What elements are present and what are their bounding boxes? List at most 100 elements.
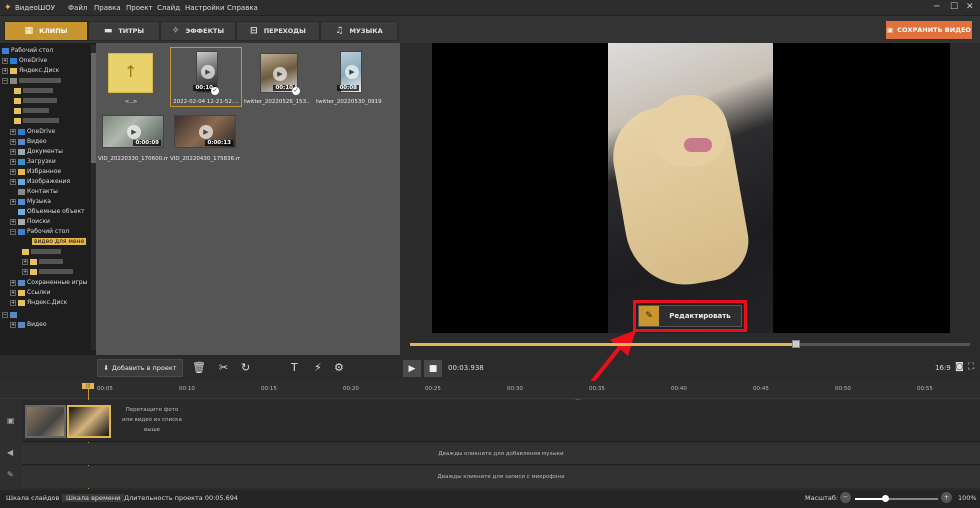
expand-icon[interactable]: + (2, 67, 8, 74)
rotate-icon[interactable]: ↻ (241, 361, 250, 374)
expand-icon[interactable]: + (10, 198, 16, 205)
tab-clips[interactable]: ▦ КЛИПЫ (4, 21, 88, 41)
settings-gear-icon[interactable]: ⚙ (334, 361, 344, 374)
expand-icon[interactable]: + (10, 148, 16, 155)
tree-item[interactable]: + Поиски (10, 218, 50, 225)
ruler-tick: 00:20 (343, 386, 359, 392)
magic-wand-icon[interactable]: ⚡ (314, 361, 322, 374)
ruler-tick: 00:30 (507, 386, 523, 392)
expand-icon[interactable]: + (10, 299, 16, 306)
tree-item[interactable]: + Изображения (10, 178, 70, 185)
microphone-track[interactable]: Дважды кликните для записи с микрофона (22, 466, 980, 488)
minimize-icon[interactable]: ─ (934, 2, 939, 12)
user-icon (10, 77, 17, 84)
tab-timeline-view[interactable]: Шкала времени (62, 494, 125, 502)
tree-item[interactable]: Объемные объект (10, 208, 85, 215)
folder-icon (30, 258, 37, 265)
expand-icon[interactable]: + (10, 168, 16, 175)
tree-item[interactable]: − (2, 311, 19, 318)
menu-slide[interactable]: Слайд (157, 4, 180, 12)
microphone-icon: ✎ (7, 470, 14, 479)
menu-project[interactable]: Проект (126, 4, 153, 12)
tree-item[interactable]: + Загрузки (10, 158, 56, 165)
tree-item[interactable] (14, 117, 59, 124)
expand-icon[interactable]: + (10, 138, 16, 145)
aspect-ratio[interactable]: 16:9 (935, 364, 951, 372)
expand-icon[interactable]: − (10, 228, 16, 235)
menu-settings[interactable]: Настройки (185, 4, 225, 12)
tree-item[interactable]: + Видео (10, 321, 47, 328)
expand-icon[interactable]: + (10, 128, 16, 135)
menu-edit[interactable]: Правка (94, 4, 121, 12)
tree-item[interactable]: + Видео (10, 138, 47, 145)
expand-icon[interactable]: − (2, 311, 8, 318)
film-icon: ▦ (24, 26, 34, 36)
tab-music[interactable]: ♫ МУЗЫКА (320, 21, 398, 41)
expand-icon[interactable]: + (10, 279, 16, 286)
tree-item[interactable]: Рабочий стол (2, 47, 53, 54)
tree-item[interactable]: + OneDrive (2, 57, 47, 64)
transition-icon: ⊟ (250, 26, 258, 36)
menu-help[interactable]: Справка (227, 4, 258, 12)
fullscreen-icon[interactable]: ⛶ (968, 362, 974, 372)
tree-item[interactable]: + OneDrive (10, 128, 55, 135)
tree-item[interactable]: + (22, 258, 63, 265)
tree-item-selected[interactable]: видео для мене (32, 238, 87, 245)
tree-item[interactable]: + Музыка (10, 198, 51, 205)
tree-item[interactable]: − Рабочий стол (10, 228, 69, 235)
tree-item[interactable]: + Документы (10, 148, 63, 155)
timeline-ruler[interactable]: 00:05 00:10 00:15 00:20 00:25 00:30 00:3… (0, 381, 980, 399)
delete-icon[interactable]: 🗑 (192, 361, 206, 374)
text-icon: ▬ (103, 26, 113, 36)
zoom-out-icon[interactable]: − (840, 492, 851, 503)
seek-handle[interactable] (792, 340, 800, 348)
snapshot-icon[interactable]: ◙ (955, 362, 964, 372)
save-video-button[interactable]: ▣ СОХРАНИТЬ ВИДЕО (886, 21, 972, 39)
tree-item[interactable]: − (2, 77, 61, 84)
tree-item[interactable] (22, 248, 61, 255)
play-button[interactable]: ▶ (403, 360, 421, 377)
expand-icon[interactable]: + (10, 289, 16, 296)
close-icon[interactable]: ✕ (966, 2, 974, 12)
expand-icon[interactable]: + (22, 258, 28, 265)
zoom-slider-handle[interactable] (882, 495, 889, 502)
tree-item[interactable]: + Избранное (10, 168, 61, 175)
ruler-tick: 00:45 (753, 386, 769, 392)
expand-icon[interactable]: − (2, 77, 8, 84)
text-icon[interactable]: T (291, 361, 298, 374)
menu-file[interactable]: Файл (68, 4, 87, 12)
ruler-tick: 00:15 (261, 386, 277, 392)
play-icon: ▶ (127, 125, 141, 139)
tree-item[interactable] (14, 87, 53, 94)
tree-item[interactable]: + Сохраненные игры (10, 279, 87, 286)
expand-icon[interactable]: + (2, 57, 8, 64)
expand-icon[interactable]: + (10, 218, 16, 225)
tree-item[interactable]: + Яндекс.Диск (10, 299, 67, 306)
stop-button[interactable]: ■ (424, 360, 442, 377)
expand-icon[interactable]: + (10, 158, 16, 165)
music-track[interactable]: Дважды кликните для добавления музыки (22, 443, 980, 465)
parent-folder-item[interactable]: ↑ (108, 53, 153, 93)
tab-transitions[interactable]: ⊟ ПЕРЕХОДЫ (236, 21, 320, 41)
tree-item[interactable]: + (22, 268, 73, 275)
expand-icon[interactable]: + (22, 268, 28, 275)
scissors-icon[interactable]: ✂ (219, 361, 228, 374)
tree-item[interactable]: Контакты (10, 188, 58, 195)
add-to-project-button[interactable]: ⬇ Добавить в проект (97, 359, 183, 377)
tree-item[interactable]: + Ссылки (10, 289, 51, 296)
expand-icon[interactable]: + (10, 178, 16, 185)
play-icon: ▶ (201, 65, 215, 79)
tree-item[interactable] (14, 107, 49, 114)
video-thumbnail: ▶ 0:00:13 (174, 115, 236, 148)
tab-titles[interactable]: ▬ ТИТРЫ (88, 21, 160, 41)
file-browser: ↑ <..> ▶ 00:10 ✓ 2022-02-04 12-21-52....… (96, 43, 400, 355)
tree-item[interactable]: + Яндекс.Диск (2, 67, 59, 74)
tab-effects[interactable]: ✧ ЭФФЕКТЫ (160, 21, 236, 41)
timeline-clip-selected[interactable] (67, 405, 111, 438)
tree-item[interactable] (14, 97, 57, 104)
expand-icon[interactable]: + (10, 321, 16, 328)
zoom-in-icon[interactable]: + (941, 492, 952, 503)
maximize-icon[interactable]: ☐ (950, 2, 958, 12)
tab-slide-view[interactable]: Шкала слайдов (6, 494, 59, 502)
timeline-clip[interactable] (25, 405, 66, 438)
